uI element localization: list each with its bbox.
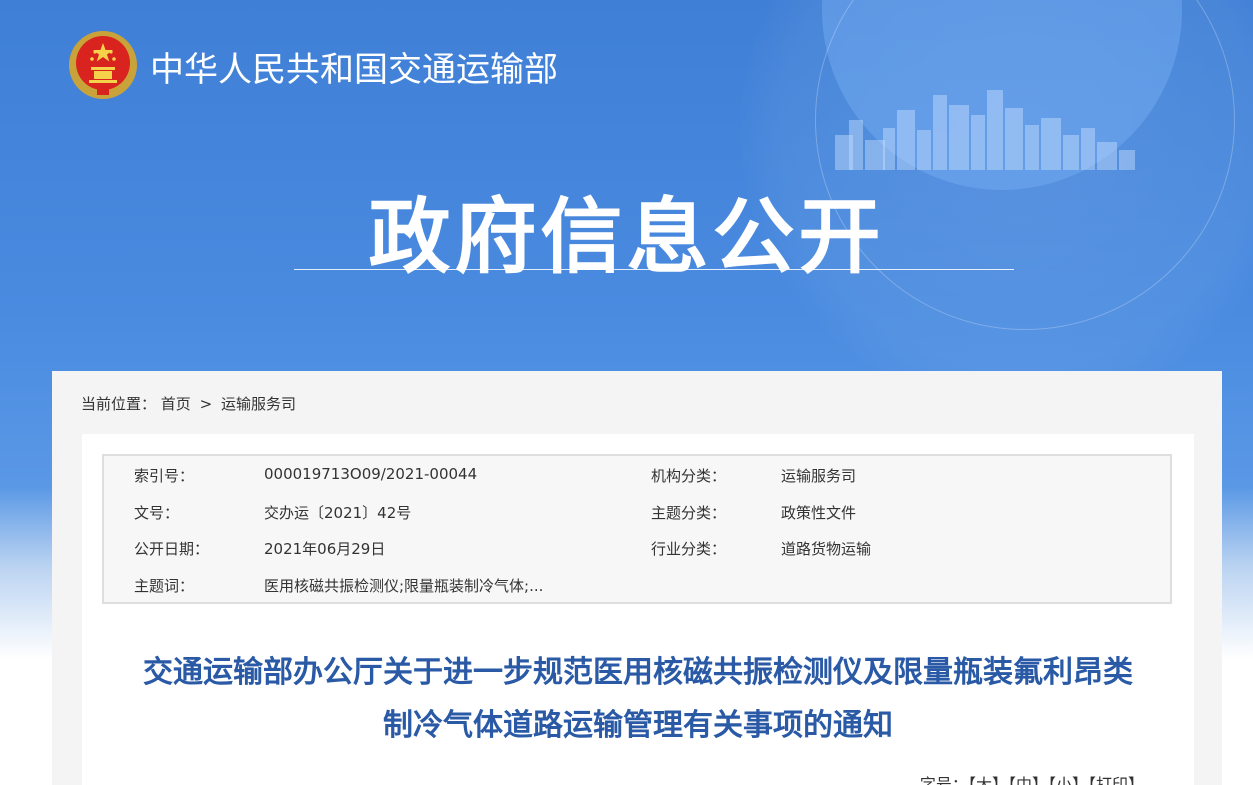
- breadcrumb-home-link[interactable]: 首页: [161, 395, 191, 413]
- org-label: 机构分类：: [651, 467, 727, 485]
- breadcrumb-separator: >: [199, 395, 213, 413]
- national-emblem-icon: [69, 31, 137, 99]
- print-button[interactable]: 【打印】: [1088, 775, 1144, 785]
- industry-label: 行业分类：: [651, 540, 727, 558]
- topic-label: 主题分类：: [651, 504, 727, 522]
- banner-title: 政府信息公开: [368, 190, 885, 285]
- font-size-small-button[interactable]: 【小】: [1048, 775, 1088, 785]
- font-size-controls: 字号：【大】【中】【小】【打印】: [920, 771, 1144, 785]
- docno-value: 交办运〔2021〕42号: [264, 504, 412, 522]
- keywords-label: 主题词：: [134, 577, 195, 595]
- topic-value: 政策性文件: [781, 504, 857, 522]
- index-label: 索引号：: [134, 467, 195, 485]
- main-panel: 当前位置： 首页 > 运输服务司 索引号： 000019713O09/2021-…: [52, 371, 1222, 785]
- breadcrumb: 当前位置： 首页 > 运输服务司: [81, 393, 296, 414]
- font-size-large-button[interactable]: 【大】: [968, 775, 1008, 785]
- breadcrumb-prefix: 当前位置：: [81, 395, 157, 413]
- breadcrumb-department-link[interactable]: 运输服务司: [221, 395, 296, 413]
- document-metadata-table: 索引号： 000019713O09/2021-00044 机构分类： 运输服务司…: [102, 454, 1172, 604]
- document-title-line: 制冷气体道路运输管理有关事项的通知: [383, 708, 893, 743]
- date-label: 公开日期：: [134, 540, 210, 558]
- keywords-value: 医用核磁共振检测仪;限量瓶装制冷气体;...: [264, 577, 544, 595]
- industry-value: 道路货物运输: [781, 540, 872, 558]
- org-value: 运输服务司: [781, 467, 857, 485]
- index-value: 000019713O09/2021-00044: [264, 465, 478, 483]
- site-name[interactable]: 中华人民共和国交通运输部: [150, 42, 558, 91]
- font-size-label: 字号：: [919, 775, 968, 785]
- document-title: 交通运输部办公厅关于进一步规范医用核磁共振检测仪及限量瓶装氟利昂类 制冷气体道路…: [82, 646, 1194, 752]
- font-size-medium-button[interactable]: 【中】: [1008, 775, 1048, 785]
- docno-label: 文号：: [134, 504, 180, 522]
- city-skyline-graphic: [835, 90, 1135, 170]
- date-value: 2021年06月29日: [264, 540, 386, 558]
- content-area: 索引号： 000019713O09/2021-00044 机构分类： 运输服务司…: [82, 434, 1194, 785]
- document-title-line: 交通运输部办公厅关于进一步规范医用核磁共振检测仪及限量瓶装氟利昂类: [143, 655, 1133, 690]
- banner-divider: [294, 269, 1014, 270]
